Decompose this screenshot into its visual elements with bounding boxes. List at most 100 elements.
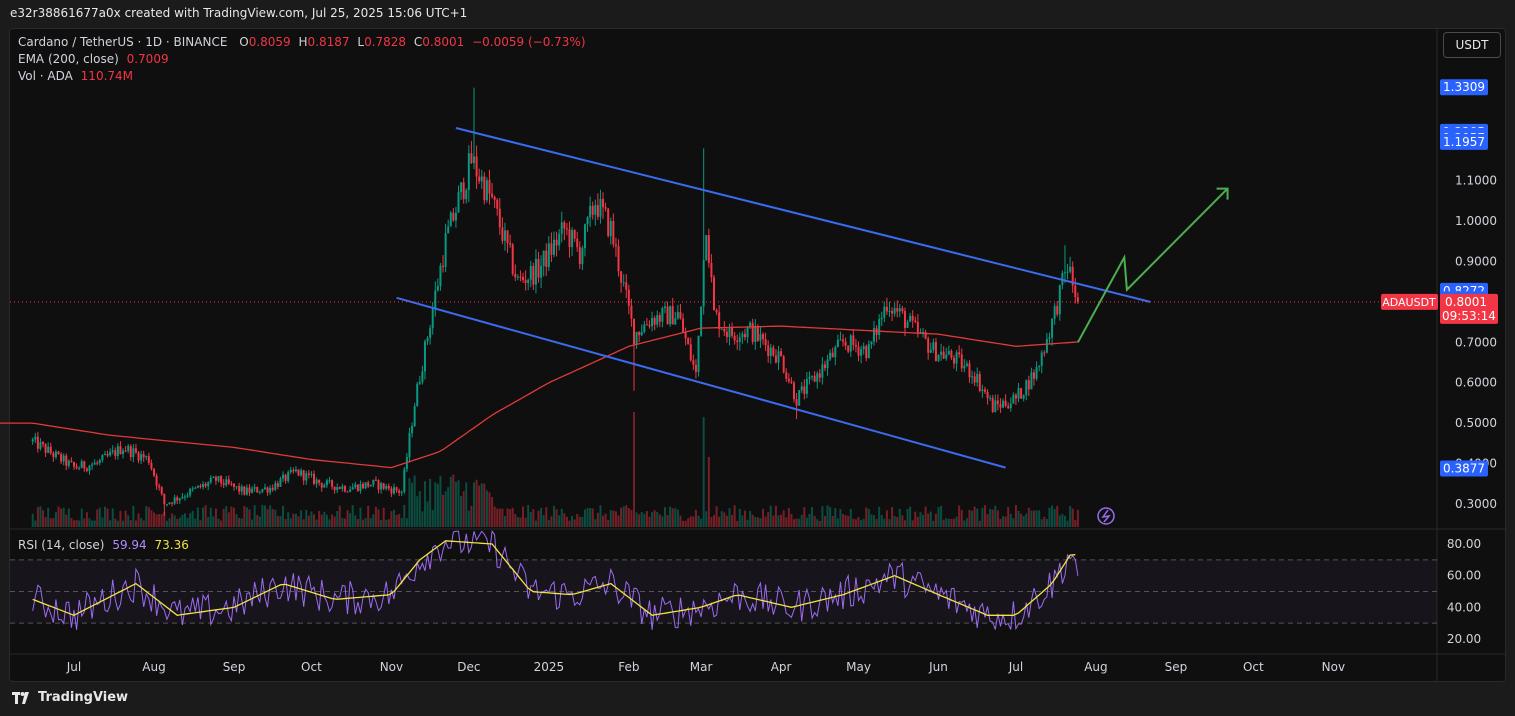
projection-path[interactable]: [1077, 187, 1229, 343]
candle-body: [470, 153, 473, 164]
candle-body: [950, 351, 953, 358]
candle-body: [808, 376, 811, 379]
volume-bar: [315, 519, 318, 527]
volume-bar: [449, 476, 452, 527]
candle-body: [294, 469, 297, 472]
volume-bar: [245, 507, 248, 527]
candle-body: [524, 280, 527, 284]
chart-canvas[interactable]: 1.10001.00000.90000.70000.60000.50000.40…: [0, 0, 1515, 716]
candle-body: [511, 244, 514, 274]
rsi-legend[interactable]: RSI (14, close) 59.94 73.36: [18, 538, 189, 552]
candle-body: [725, 331, 728, 338]
volume-bar: [134, 520, 137, 527]
volume-bar: [596, 512, 599, 527]
candle-body: [31, 439, 34, 442]
candle-body: [782, 356, 785, 373]
tradingview-brand[interactable]: TradingView: [12, 690, 128, 705]
volume-bar: [656, 511, 659, 527]
volume-bar: [343, 518, 346, 527]
time-tick-label: Oct: [1243, 660, 1264, 674]
currency-button[interactable]: USDT: [1443, 32, 1501, 58]
candle-body: [1048, 337, 1051, 339]
volume-bar: [635, 512, 638, 527]
volume-bar: [640, 511, 643, 527]
candle-body: [114, 450, 117, 457]
candle-body: [932, 342, 935, 350]
candle-body: [1030, 372, 1033, 390]
volume-bar: [323, 511, 326, 527]
candle-body: [1045, 338, 1048, 353]
volume-bar: [568, 520, 571, 527]
candle-body: [573, 230, 576, 239]
volume-bar: [971, 510, 974, 527]
volume-bar: [413, 475, 416, 527]
ema-legend[interactable]: EMA (200, close) 0.7009: [18, 52, 169, 66]
volume-bar: [331, 514, 334, 527]
candle-body: [1063, 272, 1066, 274]
candle-body: [929, 349, 932, 353]
candle-body: [496, 199, 499, 209]
volume-bar: [1033, 510, 1035, 527]
volume-bar: [550, 516, 553, 527]
volume-bar: [558, 515, 561, 527]
volume-bar: [875, 519, 878, 527]
candle-body: [983, 389, 986, 392]
volume-bar: [805, 517, 808, 527]
candle-body: [346, 491, 349, 493]
volume-bar: [594, 519, 597, 527]
volume-bar: [297, 516, 300, 527]
volume-bar: [885, 510, 888, 527]
volume-bar: [867, 508, 870, 527]
volume-bar: [122, 520, 125, 527]
volume-bar: [934, 513, 937, 527]
volume-bar: [617, 515, 620, 527]
volume-bar: [847, 515, 850, 527]
candle-countdown: 09:53:14: [1442, 309, 1496, 323]
volume-bar: [707, 457, 710, 527]
volume-bar: [454, 481, 457, 527]
volume-bar: [70, 518, 73, 527]
candle-body: [1056, 306, 1059, 315]
candle-body: [173, 497, 176, 504]
candle-body: [199, 485, 202, 488]
candle-body: [367, 482, 370, 487]
candle-body: [263, 487, 266, 490]
candle-body: [336, 487, 339, 491]
candle-body: [862, 346, 865, 350]
volume-bar: [189, 513, 192, 527]
volume-bar: [227, 512, 230, 527]
volume-bar: [947, 518, 950, 527]
candle-body: [153, 468, 155, 476]
volume-bar: [591, 508, 594, 527]
volume-bar: [540, 507, 543, 527]
volume-bar: [725, 515, 728, 527]
candle-body: [274, 483, 277, 490]
candle-body: [694, 364, 697, 372]
open-value: 0.8059: [248, 35, 291, 49]
volume-bar: [42, 510, 45, 527]
volume-bar: [393, 509, 395, 527]
candle-body: [96, 462, 99, 464]
candle-body: [431, 309, 434, 329]
volume-bar: [253, 505, 256, 527]
symbol-title[interactable]: Cardano / TetherUS · 1D · BINANCE: [18, 35, 227, 49]
candle-body: [491, 193, 494, 197]
volume-bar: [374, 506, 377, 527]
volume-bar: [891, 507, 894, 527]
candle-body: [305, 473, 308, 481]
low-value: 0.7828: [364, 35, 407, 49]
channel-upper-line[interactable]: [455, 127, 1151, 303]
time-tick-label: 2025: [534, 660, 565, 674]
candle-body: [594, 205, 597, 215]
volume-bar: [1069, 506, 1072, 527]
candle-body: [885, 306, 888, 312]
volume-legend[interactable]: Vol · ADA 110.74M: [18, 69, 133, 83]
candle-body: [320, 482, 323, 488]
candle-body: [137, 452, 140, 461]
volume-bar: [54, 512, 57, 527]
candle-body: [387, 486, 390, 489]
candle-body: [821, 364, 824, 378]
volume-bar: [165, 520, 168, 527]
volume-bar: [589, 507, 592, 527]
candle-body: [545, 250, 548, 268]
